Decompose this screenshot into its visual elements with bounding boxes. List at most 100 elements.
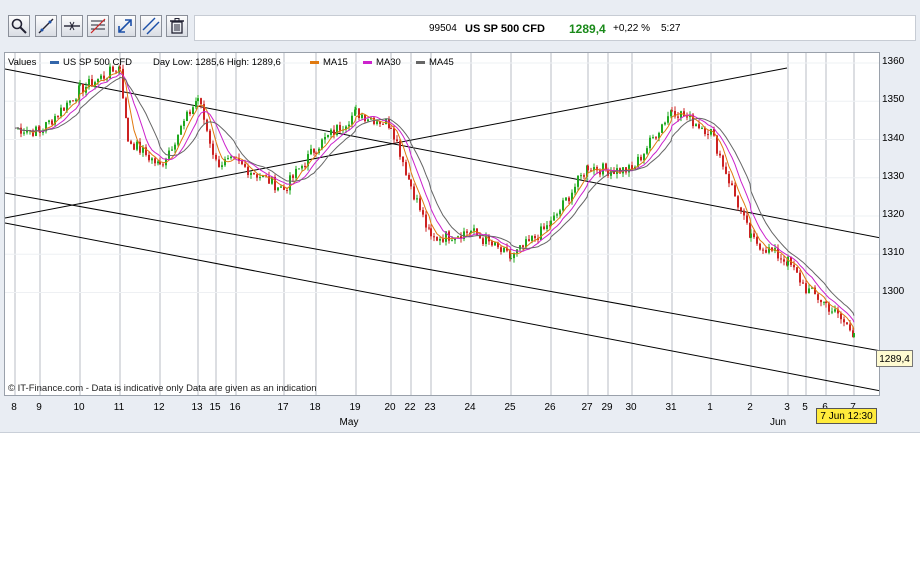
arrow-line-icon <box>118 19 132 33</box>
price-candle-body <box>221 165 223 167</box>
price-candle-body <box>628 165 630 173</box>
price-candle-body <box>661 124 663 133</box>
price-candle-body <box>587 165 589 171</box>
price-candle-body <box>583 175 585 177</box>
arrow-line-tool-button[interactable] <box>114 15 136 37</box>
price-candle-body <box>482 238 484 244</box>
chart-plot-area[interactable]: Values US SP 500 CFD Day Low: 1285,6 Hig… <box>4 52 880 396</box>
price-candle-body <box>133 143 135 150</box>
x-tick-label: 9 <box>36 402 42 413</box>
price-candle-body <box>540 226 542 241</box>
price-candle-body <box>425 214 427 228</box>
x-tick-label: 26 <box>544 402 556 413</box>
parallel-channel-tool-button[interactable] <box>140 15 162 37</box>
instrument-name: US SP 500 CFD <box>465 23 545 35</box>
price-candle-body <box>565 197 567 201</box>
price-candle-body <box>358 108 360 119</box>
price-candle-body <box>212 143 214 155</box>
price-chart-svg <box>5 53 879 395</box>
price-candle-body <box>762 249 764 251</box>
price-candle-body <box>466 231 468 233</box>
price-candle-body <box>546 225 548 230</box>
price-candle-body <box>840 313 842 320</box>
price-candle-body <box>218 159 220 167</box>
price-candle-body <box>853 333 855 338</box>
price-candle-body <box>69 100 71 103</box>
x-tick-label: 30 <box>625 402 637 413</box>
chart-window: 99504 US SP 500 CFD 1289,4 +0,22 % 5:27 … <box>0 0 920 433</box>
price-candle-body <box>390 127 392 129</box>
price-candle-body <box>351 115 353 125</box>
price-candle-body <box>244 164 246 167</box>
price-candle-body <box>324 136 326 140</box>
price-candle-body <box>103 75 105 79</box>
fibonacci-tool-button[interactable] <box>87 15 109 37</box>
price-candle-body <box>148 154 150 161</box>
price-candle-body <box>671 110 673 112</box>
price-candle-body <box>430 228 432 237</box>
legend-ma30-label: MA30 <box>376 57 401 68</box>
price-candle-body <box>408 174 410 180</box>
x-tick-label: 15 <box>209 402 221 413</box>
price-candle-body <box>817 294 819 300</box>
price-candle-body <box>831 311 833 313</box>
price-candle-body <box>433 236 435 238</box>
price-candle-body <box>534 235 536 239</box>
x-tick-label: 5 <box>802 402 808 413</box>
price-candle-body <box>743 210 745 216</box>
price-candle-body <box>553 215 555 221</box>
price-candle-body <box>631 165 633 169</box>
price-candle-body <box>241 161 243 165</box>
x-tick-label: 8 <box>11 402 17 413</box>
price-candle-body <box>63 107 65 111</box>
zoom-tool-button[interactable] <box>8 15 30 37</box>
price-candle-body <box>667 116 669 123</box>
x-tick-label: 19 <box>349 402 361 413</box>
price-candle-body <box>280 186 282 188</box>
delete-drawings-button[interactable] <box>166 15 188 37</box>
price-candle-body <box>292 175 294 178</box>
price-candle-body <box>189 111 191 115</box>
price-candle-body <box>277 187 279 191</box>
x-tick-label: 2 <box>747 402 753 413</box>
price-candle-body <box>289 175 291 191</box>
price-candle-body <box>528 239 530 241</box>
price-candle-body <box>125 98 127 118</box>
x-tick-label: 10 <box>73 402 85 413</box>
trendline <box>5 222 879 392</box>
price-candle-body <box>227 158 229 160</box>
y-tick-label: 1330 <box>882 170 905 182</box>
price-candle-body <box>439 238 441 241</box>
price-candle-body <box>698 124 700 129</box>
price-candle-body <box>367 119 369 122</box>
legend-series-label: US SP 500 CFD <box>63 57 132 68</box>
x-tick-label: 13 <box>191 402 203 413</box>
price-candle-body <box>500 247 502 252</box>
price-candle-body <box>330 129 332 135</box>
price-candle-body <box>843 319 845 323</box>
price-candle-body <box>154 158 156 164</box>
price-candle-body <box>780 258 782 260</box>
horizontal-line-icon <box>64 21 80 31</box>
price-candle-body <box>805 283 807 294</box>
price-candle-body <box>677 116 679 118</box>
price-candle-body <box>643 153 645 161</box>
price-candle-body <box>385 119 387 125</box>
price-candle-body <box>783 259 785 262</box>
quote-bar: 99504 US SP 500 CFD 1289,4 +0,22 % 5:27 <box>194 15 916 41</box>
price-candle-body <box>753 233 755 238</box>
price-candle-body <box>531 235 533 241</box>
price-candle-body <box>399 141 401 157</box>
horizontal-line-tool-button[interactable] <box>61 15 83 37</box>
price-candle-body <box>559 210 561 215</box>
price-candle-body <box>750 233 752 238</box>
price-candle-body <box>451 240 453 242</box>
price-candle-body <box>180 126 182 135</box>
price-candle-body <box>57 116 59 118</box>
price-candle-body <box>259 177 261 179</box>
ma45-swatch <box>416 60 425 64</box>
price-candle-body <box>734 185 736 197</box>
trendline-tool-button[interactable] <box>35 15 57 37</box>
legend-series: US SP 500 CFD <box>50 57 132 68</box>
price-candle-body <box>192 107 194 115</box>
